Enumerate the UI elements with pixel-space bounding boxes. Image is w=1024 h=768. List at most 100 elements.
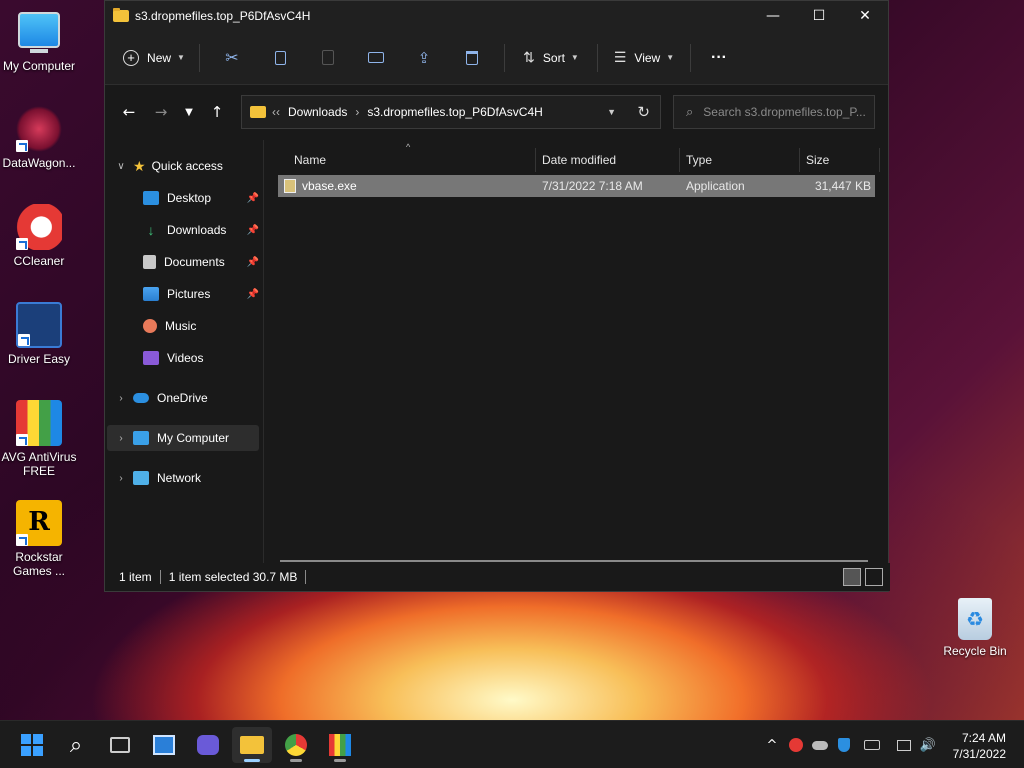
nav-my-computer[interactable]: › My Computer — [107, 425, 259, 451]
widgets-button[interactable] — [144, 727, 184, 763]
column-label: Type — [686, 153, 713, 167]
plus-icon: + — [123, 49, 140, 66]
maximize-button[interactable]: ☐ — [796, 1, 842, 31]
taskbar: ⌕ ^ 🔊 7:24 AM 7/31/2022 — [0, 720, 1024, 768]
nav-item-videos[interactable]: Videos — [107, 345, 259, 371]
widgets-icon — [153, 735, 175, 755]
teams-chat-button[interactable] — [188, 727, 228, 763]
ccleaner-icon — [16, 204, 62, 250]
nav-item-desktop[interactable]: Desktop 📌 — [107, 185, 259, 211]
nav-item-documents[interactable]: Documents 📌 — [107, 249, 259, 275]
title-bar[interactable]: s3.dropmefiles.top_P6DfAsvC4H — ☐ ✕ — [105, 1, 888, 31]
sort-icon: ⇅ — [523, 49, 535, 65]
column-header-name[interactable]: Name ^ — [288, 142, 536, 172]
security-shield-icon[interactable] — [834, 735, 854, 755]
column-header-size[interactable]: Size — [800, 148, 880, 172]
toolbar-divider — [199, 43, 200, 72]
nav-item-downloads[interactable]: ↓ Downloads 📌 — [107, 217, 260, 243]
shortcut-arrow-icon — [16, 238, 28, 250]
window-title: s3.dropmefiles.top_P6DfAsvC4H — [135, 9, 311, 23]
minimize-button[interactable]: — — [750, 1, 796, 31]
toolbar-divider — [504, 43, 505, 72]
sort-label: Sort — [542, 50, 565, 65]
breadcrumb-overflow[interactable]: ‹‹ — [272, 105, 280, 119]
pin-icon[interactable]: 📌 — [247, 225, 259, 236]
pin-icon[interactable]: 📌 — [247, 193, 259, 204]
nav-network[interactable]: › Network — [107, 465, 259, 491]
nav-label: Documents — [164, 255, 225, 269]
chevron-right-icon: › — [119, 392, 123, 404]
rename-icon[interactable] — [352, 42, 400, 74]
pin-icon[interactable]: 📌 — [247, 289, 259, 300]
column-label: Name — [294, 153, 327, 167]
close-button[interactable]: ✕ — [842, 1, 888, 31]
desktop-icon-ccleaner[interactable]: CCleaner — [0, 204, 81, 268]
file-row[interactable]: vbase.exe 7/31/2022 7:18 AM Application … — [278, 175, 875, 197]
avg-icon — [329, 734, 351, 756]
taskbar-file-explorer[interactable] — [232, 727, 272, 763]
more-options-button[interactable]: ··· — [699, 42, 739, 74]
search-box[interactable]: ⌕ Search s3.dropmefiles.top_P... — [673, 95, 875, 129]
search-button[interactable]: ⌕ — [56, 727, 96, 763]
chat-icon — [197, 735, 219, 755]
address-dropdown-icon[interactable]: ▼ — [607, 107, 616, 117]
nav-label: Network — [157, 471, 202, 485]
column-header-type[interactable]: Type — [680, 148, 800, 172]
music-icon — [143, 319, 157, 333]
keyboard-icon[interactable] — [862, 735, 882, 755]
share-icon[interactable]: ⇪ — [400, 42, 448, 74]
desktop-icon-label: AVG AntiVirus FREE — [1, 450, 77, 478]
onedrive-offline-icon[interactable] — [810, 735, 830, 755]
breadcrumb-downloads[interactable]: Downloads — [288, 105, 347, 119]
forward-button[interactable]: → — [145, 96, 177, 128]
details-view-icon[interactable] — [843, 568, 861, 586]
ccleaner-tray-icon[interactable] — [786, 735, 806, 755]
cut-icon[interactable]: ✂ — [208, 42, 256, 74]
task-view-icon — [110, 737, 130, 753]
taskbar-avg[interactable] — [320, 727, 360, 763]
desktop-icon-my-computer[interactable]: My Computer — [0, 10, 81, 73]
volume-icon[interactable]: 🔊 — [918, 735, 938, 755]
nav-item-music[interactable]: Music — [107, 313, 259, 339]
nav-item-pictures[interactable]: Pictures 📌 — [107, 281, 259, 307]
driver-easy-icon — [16, 302, 62, 348]
sort-button[interactable]: ⇅ Sort ▼ — [513, 42, 589, 74]
paste-icon[interactable] — [304, 42, 352, 74]
desktop-icon-driver-easy[interactable]: Driver Easy — [0, 302, 81, 366]
view-button[interactable]: ☰ View ▼ — [606, 42, 682, 74]
start-button[interactable] — [12, 727, 52, 763]
breadcrumb-current[interactable]: s3.dropmefiles.top_P6DfAsvC4H — [367, 105, 542, 119]
copy-icon[interactable] — [256, 42, 304, 74]
delete-icon[interactable] — [448, 42, 496, 74]
network-status-icon[interactable] — [894, 735, 914, 755]
pin-icon[interactable]: 📌 — [247, 257, 259, 268]
nav-label: Downloads — [167, 223, 227, 237]
task-view-button[interactable] — [100, 727, 140, 763]
up-button[interactable]: ↑ — [201, 96, 233, 128]
nav-onedrive[interactable]: › OneDrive — [107, 385, 259, 411]
nav-quick-access[interactable]: ∨ ★ Quick access — [107, 153, 259, 179]
horizontal-scrollbar[interactable] — [280, 560, 868, 562]
recent-locations-button[interactable]: ▼ — [177, 96, 201, 128]
taskbar-clock[interactable]: 7:24 AM 7/31/2022 — [953, 730, 1006, 762]
address-bar[interactable]: ‹‹ Downloads › s3.dropmefiles.top_P6DfAs… — [241, 95, 661, 129]
show-hidden-icons-chevron-icon[interactable]: ^ — [762, 735, 782, 755]
desktop-icon-datawagon[interactable]: DataWagon... — [0, 106, 81, 170]
status-divider — [305, 570, 307, 584]
back-button[interactable]: ← — [113, 96, 145, 128]
desktop-icon-rockstar[interactable]: R Rockstar Games ... — [0, 500, 81, 578]
toolbar-divider — [597, 43, 598, 72]
folder-icon — [113, 8, 129, 22]
desktop-folder-icon — [143, 191, 159, 205]
refresh-icon[interactable]: ↻ — [637, 103, 650, 121]
column-header-date[interactable]: Date modified — [536, 148, 680, 172]
desktop-icon-recycle-bin[interactable]: ♻ Recycle Bin — [933, 598, 1017, 658]
desktop-icon-avg[interactable]: AVG AntiVirus FREE — [0, 400, 81, 478]
pictures-icon — [143, 287, 159, 301]
running-indicator — [290, 759, 302, 762]
large-icons-view-icon[interactable] — [865, 568, 883, 586]
taskbar-chrome[interactable] — [276, 727, 316, 763]
nav-label: My Computer — [157, 431, 230, 445]
download-arrow-icon: ↓ — [147, 222, 155, 238]
new-button[interactable]: + New ▼ — [117, 42, 191, 74]
